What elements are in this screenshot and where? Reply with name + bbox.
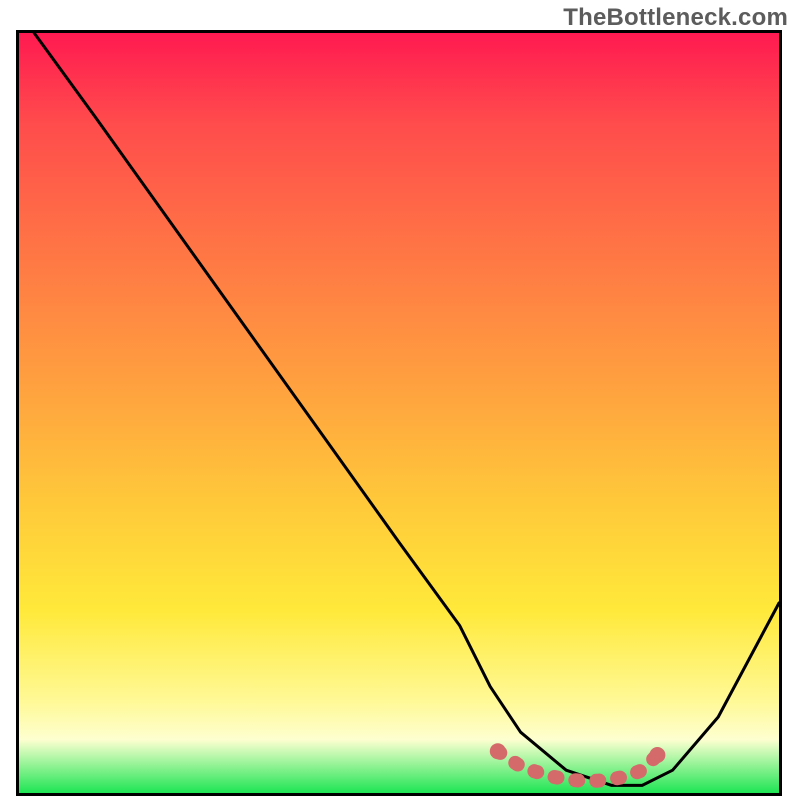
marker-dot [490, 743, 506, 759]
bottleneck-curve [34, 33, 779, 785]
curve-layer [19, 33, 779, 793]
chart-container: TheBottleneck.com [0, 0, 800, 800]
plot-area [16, 30, 782, 796]
marker-dot [649, 747, 665, 763]
marker-band [498, 751, 658, 781]
watermark-text: TheBottleneck.com [563, 4, 788, 32]
